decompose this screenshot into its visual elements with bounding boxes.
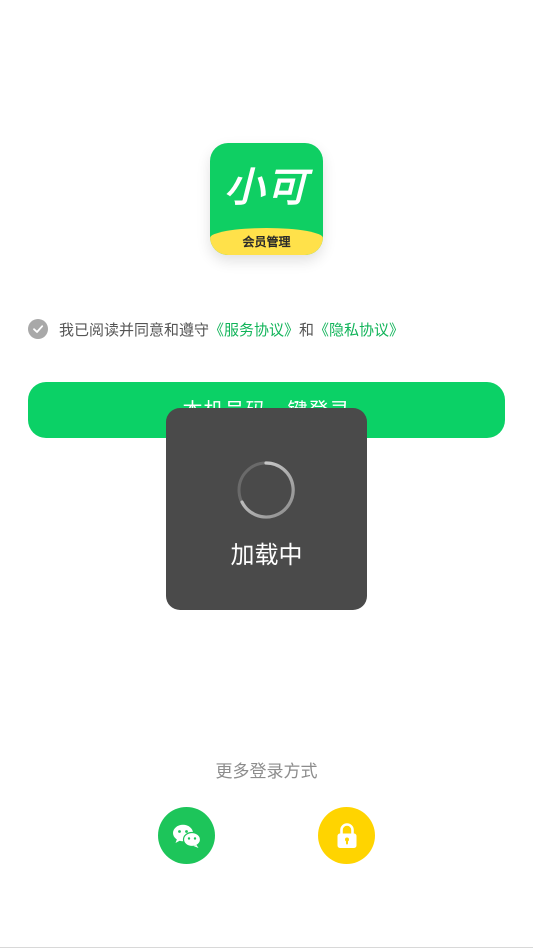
agreement-row: 我已阅读并同意和遵守 《服务协议》 和 《隐私协议》: [28, 318, 404, 340]
app-logo: 小可 会员管理: [210, 143, 323, 255]
checkmark-icon: [33, 325, 44, 333]
agreement-prefix-text: 我已阅读并同意和遵守: [59, 320, 210, 339]
wechat-icon: [172, 824, 201, 848]
service-agreement-link[interactable]: 《服务协议》: [209, 319, 299, 340]
lock-icon: [337, 822, 356, 848]
logo-band-text: 会员管理: [210, 228, 323, 255]
password-login-button[interactable]: [318, 807, 375, 864]
loading-toast: 加载中: [166, 408, 367, 610]
spinner-icon: [237, 461, 295, 519]
wechat-login-button[interactable]: [158, 807, 215, 864]
agreement-conjunction-text: 和: [299, 320, 315, 339]
check-circle-icon[interactable]: [28, 319, 48, 339]
logo-title: 小可: [224, 165, 309, 211]
privacy-agreement-link[interactable]: 《隐私协议》: [314, 319, 404, 340]
more-login-methods-label: 更多登录方式: [215, 762, 318, 782]
loading-label: 加载中: [230, 541, 303, 569]
